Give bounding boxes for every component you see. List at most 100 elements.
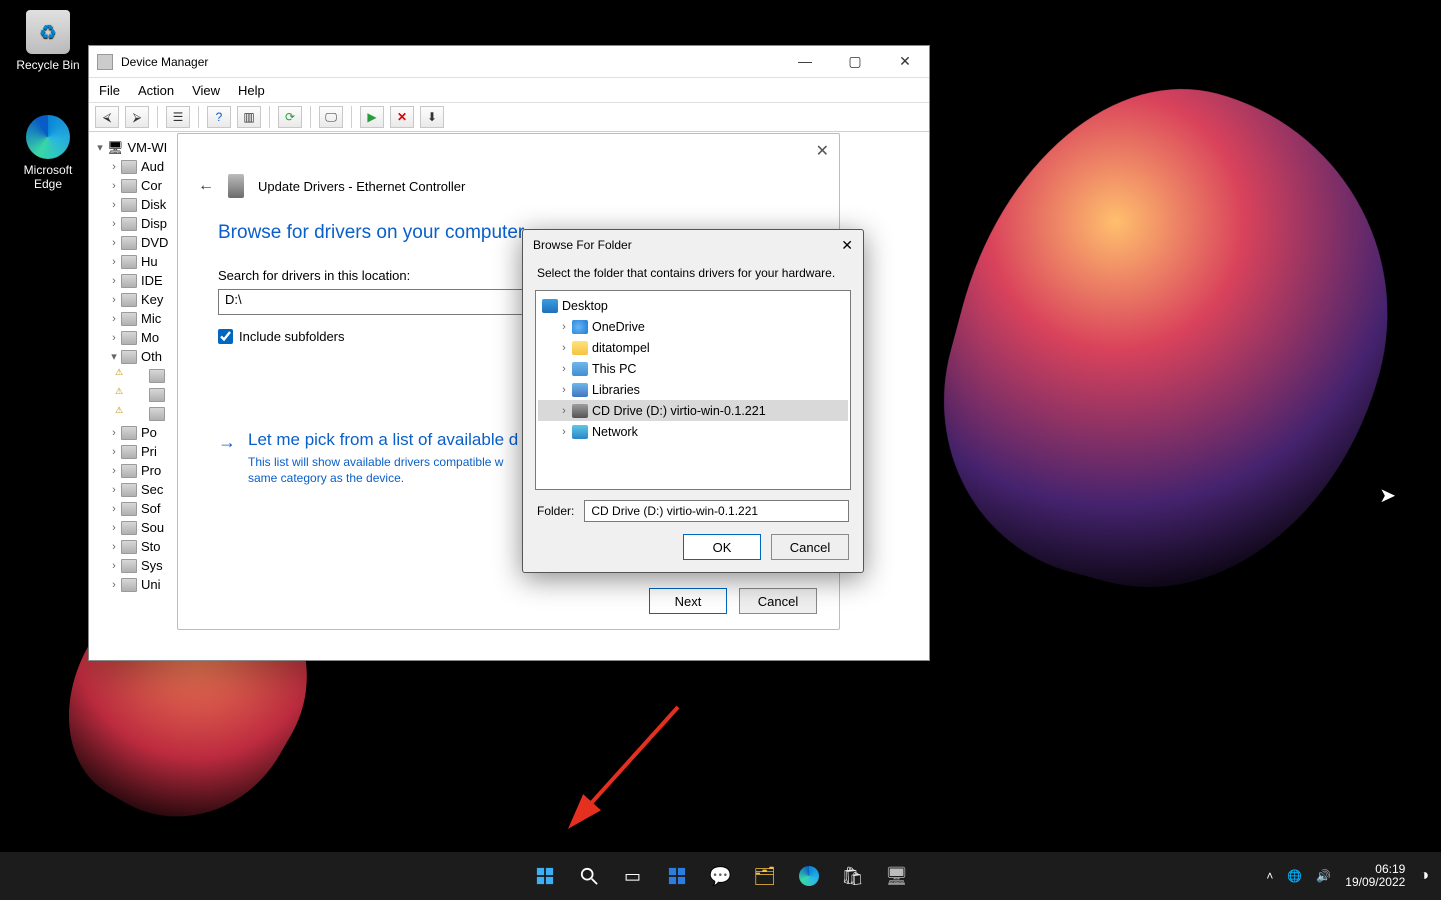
wizard-close-button[interactable]: ✕ (816, 141, 829, 161)
bff-node[interactable]: ›Network (538, 421, 848, 442)
bff-folder-input[interactable] (584, 500, 849, 522)
task-view-button[interactable]: ▭ (619, 862, 647, 890)
tree-item[interactable]: Pro (141, 463, 161, 478)
wizard-cancel-button[interactable]: Cancel (739, 588, 817, 614)
chat-button[interactable]: 💬 (707, 862, 735, 890)
dm-toolbar: ⮘ ⮚ ☰ ? ▥ ⟳ 🖵 ▶ ✕ ⬇ (89, 102, 929, 132)
desktop-icon (542, 299, 558, 313)
bff-node[interactable]: ›CD Drive (D:) virtio-win-0.1.221 (538, 400, 848, 421)
edge-desktop-icon[interactable]: Microsoft Edge (8, 115, 88, 191)
dm-app-icon (97, 54, 113, 70)
bff-node[interactable]: ›This PC (538, 358, 848, 379)
bff-close-button[interactable]: ✕ (841, 237, 853, 254)
tree-item[interactable]: Po (141, 425, 157, 440)
ethernet-icon (228, 174, 244, 198)
edge-icon (26, 115, 70, 159)
tree-item[interactable]: Mo (141, 330, 159, 345)
tray-clock[interactable]: 06:19 19/09/2022 (1345, 863, 1405, 889)
annotation-arrow-icon (568, 702, 688, 832)
tree-item[interactable]: Cor (141, 178, 162, 193)
ic-cloud-icon (572, 320, 588, 334)
search-button[interactable] (575, 862, 603, 890)
tb-update-icon[interactable]: ⟳ (278, 106, 302, 128)
tb-separator (351, 106, 352, 128)
dm-minimize-button[interactable]: — (789, 53, 821, 70)
tb-help-icon[interactable]: ? (207, 106, 231, 128)
tree-item[interactable]: Sto (141, 539, 161, 554)
tb-uninstall-icon[interactable]: ✕ (390, 106, 414, 128)
bff-message: Select the folder that contains drivers … (523, 260, 863, 290)
tray-notifications-icon[interactable]: ◑ (1419, 867, 1429, 885)
tree-item[interactable]: Uni (141, 577, 161, 592)
tree-item[interactable]: Sou (141, 520, 164, 535)
dm-titlebar[interactable]: Device Manager — ▢ ✕ (89, 46, 929, 78)
mouse-cursor-icon: ➤ (1379, 483, 1396, 508)
include-subfolders-input[interactable] (218, 329, 233, 344)
taskbar: ▭ 💬 🗂 🛍 🖥 ˄ 🌐 🔊 06:19 19/09/2022 ◑ (0, 852, 1441, 900)
tb-enable-icon[interactable]: ▶ (360, 106, 384, 128)
dm-close-button[interactable]: ✕ (889, 53, 921, 70)
tree-item[interactable]: Key (141, 292, 163, 307)
bff-node[interactable]: ›OneDrive (538, 316, 848, 337)
dm-maximize-button[interactable]: ▢ (839, 53, 871, 70)
chevron-icon: › (556, 384, 572, 396)
recycle-icon (26, 10, 70, 54)
tb-forward-icon[interactable]: ⮚ (125, 106, 149, 128)
bff-folder-tree[interactable]: Desktop ›OneDrive›ditatompel›This PC›Lib… (535, 290, 851, 490)
menu-action[interactable]: Action (138, 83, 174, 98)
menu-view[interactable]: View (192, 83, 220, 98)
edge-label: Microsoft Edge (8, 163, 88, 191)
tree-item[interactable]: Aud (141, 159, 164, 174)
bff-node-desktop[interactable]: Desktop (538, 295, 848, 316)
dm-title: Device Manager (121, 55, 208, 69)
tree-item[interactable]: Disp (141, 216, 167, 231)
menu-file[interactable]: File (99, 83, 120, 98)
ic-folder-icon (572, 341, 588, 355)
chevron-icon: › (556, 321, 572, 333)
tb-show-hidden-icon[interactable]: ☰ (166, 106, 190, 128)
recycle-label: Recycle Bin (8, 58, 88, 72)
tree-item[interactable]: Sec (141, 482, 163, 497)
widgets-button[interactable] (663, 862, 691, 890)
tray-network-icon[interactable]: 🌐 (1287, 869, 1302, 883)
tb-properties-icon[interactable]: ▥ (237, 106, 261, 128)
explorer-button[interactable]: 🗂 (751, 862, 779, 890)
tray-volume-icon[interactable]: 🔊 (1316, 869, 1331, 883)
tree-item[interactable]: Disk (141, 197, 166, 212)
edge-taskbar-button[interactable] (795, 862, 823, 890)
browse-for-folder-dialog: Browse For Folder ✕ Select the folder th… (522, 229, 864, 573)
bff-node[interactable]: ›Libraries (538, 379, 848, 400)
bff-ok-button[interactable]: OK (683, 534, 761, 560)
tree-item[interactable]: Hu (141, 254, 158, 269)
store-button[interactable]: 🛍 (839, 862, 867, 890)
tray-overflow-icon[interactable]: ˄ (1266, 869, 1273, 883)
ic-cd-icon (572, 404, 588, 418)
tree-item[interactable]: Pri (141, 444, 157, 459)
tree-item[interactable]: Mic (141, 311, 161, 326)
tree-item[interactable]: Sof (141, 501, 161, 516)
tree-root[interactable]: VM-WI (128, 140, 168, 155)
wizard-next-button[interactable]: Next (649, 588, 727, 614)
bff-cancel-button[interactable]: Cancel (771, 534, 849, 560)
device-manager-taskbar-button[interactable]: 🖥 (883, 862, 911, 890)
tree-item[interactable]: DVD (141, 235, 168, 250)
wizard-back-button[interactable]: ← (198, 177, 214, 195)
tb-back-icon[interactable]: ⮘ (95, 106, 119, 128)
tree-item[interactable]: IDE (141, 273, 163, 288)
bff-node[interactable]: ›ditatompel (538, 337, 848, 358)
tree-item[interactable]: Oth (141, 349, 162, 364)
chevron-icon: › (556, 405, 572, 417)
recycle-bin-icon[interactable]: Recycle Bin (8, 10, 88, 72)
tb-add-legacy-icon[interactable]: ⬇ (420, 106, 444, 128)
start-button[interactable] (531, 862, 559, 890)
ic-pc-icon (572, 362, 588, 376)
tb-scan-icon[interactable]: 🖵 (319, 106, 343, 128)
arrow-right-icon: → (218, 432, 236, 486)
wallpaper-shape (903, 44, 1438, 636)
dm-menubar: File Action View Help (89, 78, 929, 102)
tb-separator (157, 106, 158, 128)
menu-help[interactable]: Help (238, 83, 265, 98)
bff-folder-label: Folder: (537, 504, 574, 518)
pick-link-desc: This list will show available drivers co… (248, 454, 518, 486)
tree-item[interactable]: Sys (141, 558, 163, 573)
